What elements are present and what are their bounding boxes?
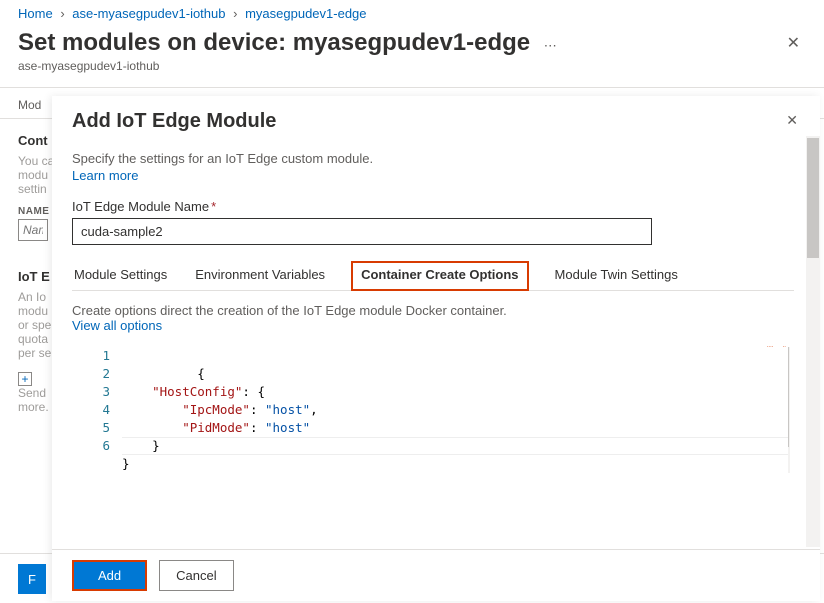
editor-current-line — [122, 437, 788, 455]
panel-description: Specify the settings for an IoT Edge cus… — [72, 151, 794, 166]
tab-env-vars[interactable]: Environment Variables — [193, 261, 327, 290]
page-title: Set modules on device: myasegpudev1-edge — [18, 29, 530, 57]
module-name-label: IoT Edge Module Name* — [72, 199, 794, 214]
panel-body: Specify the settings for an IoT Edge cus… — [52, 145, 820, 549]
breadcrumb-edge[interactable]: myasegpudev1-edge — [245, 6, 366, 21]
breadcrumb-home[interactable]: Home — [18, 6, 53, 21]
tab-container-create[interactable]: Container Create Options — [351, 261, 528, 291]
code-editor[interactable]: ""as" 123456 { "HostConfig": { "IpcMode"… — [72, 347, 788, 473]
editor-gutter: 123456 — [72, 347, 122, 473]
page-header: Set modules on device: myasegpudev1-edge… — [0, 25, 824, 59]
panel-tabs: Module Settings Environment Variables Co… — [72, 261, 794, 291]
panel-header: Add IoT Edge Module ✕ — [52, 96, 820, 145]
learn-more-link[interactable]: Learn more — [72, 168, 138, 183]
required-asterisk: * — [211, 199, 216, 214]
add-button[interactable]: Add — [72, 560, 147, 591]
breadcrumb: Home › ase-myasegpudev1-iothub › myasegp… — [0, 0, 824, 25]
panel-close-icon[interactable]: ✕ — [786, 112, 798, 129]
plus-icon: + — [18, 372, 32, 386]
panel-footer: Add Cancel — [52, 549, 820, 601]
chevron-right-icon: › — [60, 6, 64, 21]
tab-module-settings[interactable]: Module Settings — [72, 261, 169, 290]
add-module-panel: Add IoT Edge Module ✕ Specify the settin… — [52, 96, 820, 601]
page-subtitle: ase-myasegpudev1-iothub — [0, 59, 824, 87]
editor-code[interactable]: { "HostConfig": { "IpcMode": "host", "Pi… — [122, 347, 788, 473]
panel-title: Add IoT Edge Module — [72, 110, 800, 133]
bg-name-input[interactable] — [18, 219, 48, 241]
cancel-button[interactable]: Cancel — [159, 560, 233, 591]
tab-description: Create options direct the creation of th… — [72, 303, 794, 318]
breadcrumb-iothub[interactable]: ase-myasegpudev1-iothub — [72, 6, 225, 21]
chevron-right-icon: › — [233, 6, 237, 21]
bg-review-button[interactable]: F — [18, 564, 46, 594]
view-all-options-link[interactable]: View all options — [72, 318, 162, 333]
close-icon[interactable]: ✕ — [787, 33, 800, 53]
more-icon[interactable]: ⋯ — [544, 38, 557, 53]
tab-module-twin[interactable]: Module Twin Settings — [553, 261, 680, 290]
panel-scrollbar-thumb[interactable] — [807, 138, 819, 258]
module-name-input[interactable] — [72, 218, 652, 245]
